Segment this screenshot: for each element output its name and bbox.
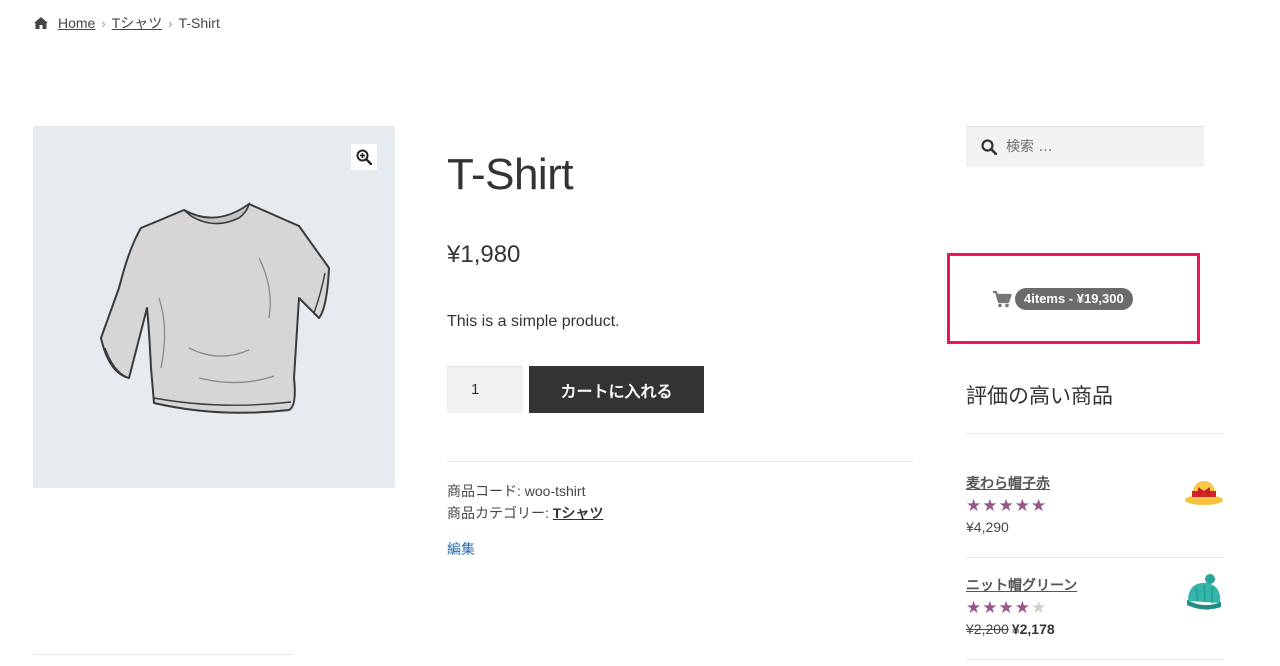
- breadcrumb-home-link[interactable]: Home: [58, 15, 95, 31]
- category-label: 商品カテゴリー:: [447, 505, 549, 521]
- cart-summary-badge: 4items - ¥19,300: [1015, 288, 1133, 310]
- tshirt-icon: [100, 202, 330, 414]
- add-to-cart-button[interactable]: カートに入れる: [529, 366, 704, 413]
- search-input[interactable]: [1006, 139, 1186, 155]
- divider: [447, 461, 913, 462]
- regular-price: ¥2,200: [966, 621, 1009, 637]
- quantity-input[interactable]: [447, 366, 523, 413]
- category-row: 商品カテゴリー: Tシャツ: [447, 502, 603, 524]
- cart-highlight: 4items - ¥19,300: [947, 253, 1200, 344]
- breadcrumb-category-link[interactable]: Tシャツ: [112, 13, 163, 33]
- sku-value: woo-tshirt: [524, 483, 586, 499]
- breadcrumb-separator: ›: [168, 15, 173, 31]
- edit-link[interactable]: 編集: [447, 539, 475, 559]
- product-price: ¥4,290: [966, 519, 1009, 535]
- breadcrumb: Home › Tシャツ › T-Shirt: [33, 13, 220, 33]
- zoom-in-icon: [356, 149, 372, 165]
- list-item: ニット帽グリーン ★★★★★ ¥2,200 ¥2,178: [966, 573, 1224, 637]
- cart-icon: [993, 290, 1012, 308]
- search-icon: [981, 139, 997, 155]
- sale-price: ¥2,178: [1011, 621, 1055, 637]
- straw-hat-icon[interactable]: [1184, 473, 1224, 513]
- divider: [966, 557, 1224, 558]
- breadcrumb-separator: ›: [101, 15, 106, 31]
- divider: [33, 654, 293, 655]
- sku-row: 商品コード: woo-tshirt: [447, 480, 603, 502]
- product-price: ¥2,200 ¥2,178: [966, 621, 1224, 637]
- breadcrumb-current: T-Shirt: [178, 15, 220, 31]
- top-rated-title: 評価の高い商品: [966, 384, 1113, 408]
- cart-link[interactable]: 4items - ¥19,300: [992, 288, 1133, 310]
- knit-hat-icon[interactable]: [1184, 573, 1224, 613]
- product-image[interactable]: [33, 126, 395, 488]
- search-form: [966, 126, 1204, 167]
- product-link[interactable]: ニット帽グリーン: [966, 578, 1077, 594]
- zoom-button[interactable]: [351, 144, 377, 170]
- category-link[interactable]: Tシャツ: [553, 505, 604, 521]
- list-item: 麦わら帽子赤 ★★★★★ ¥4,290: [966, 473, 1224, 535]
- sku-label: 商品コード:: [447, 483, 521, 499]
- divider: [966, 659, 1224, 660]
- product-link[interactable]: 麦わら帽子赤: [966, 476, 1050, 492]
- divider: [966, 433, 1224, 434]
- product-price: ¥1,980: [447, 241, 521, 268]
- product-title: T-Shirt: [447, 150, 574, 199]
- product-description: This is a simple product.: [447, 313, 620, 330]
- product-meta: 商品コード: woo-tshirt 商品カテゴリー: Tシャツ: [447, 480, 603, 524]
- home-icon: [34, 17, 48, 29]
